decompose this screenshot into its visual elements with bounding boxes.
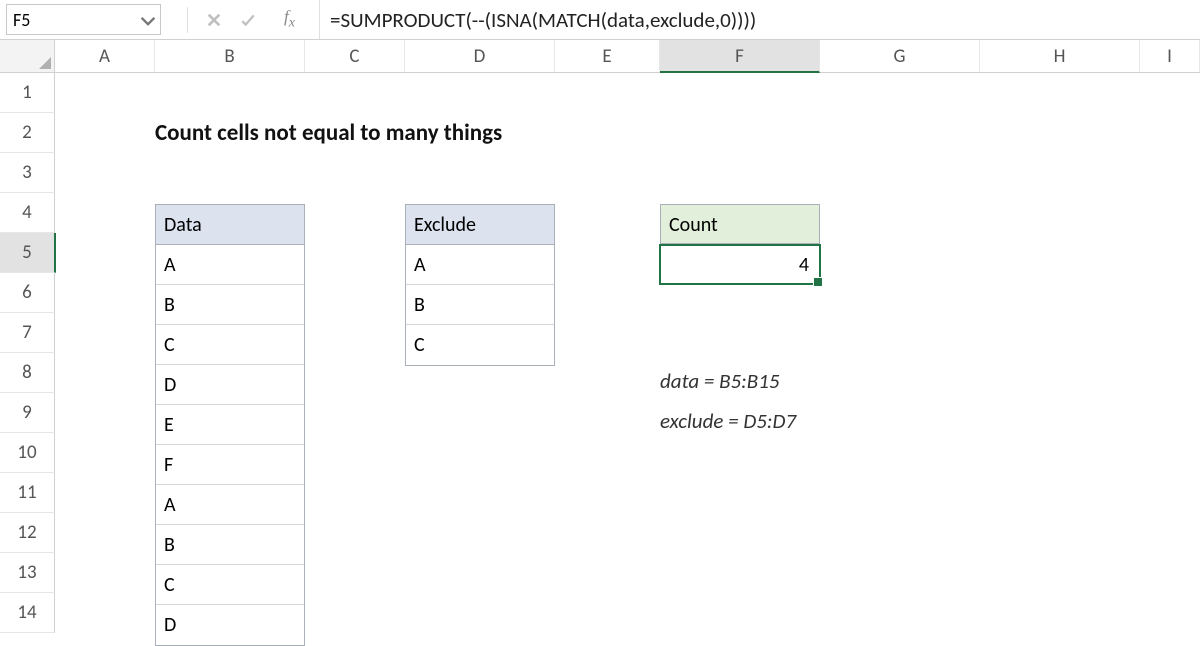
page-title: Count cells not equal to many things <box>155 119 502 147</box>
column-header-d[interactable]: D <box>405 40 555 72</box>
column-headers: ABCDEFGHI <box>0 40 1200 73</box>
table-row[interactable]: F <box>156 445 304 485</box>
count-header[interactable]: Count <box>660 204 820 244</box>
data-table-header[interactable]: Data <box>156 205 304 245</box>
column-header-g[interactable]: G <box>820 40 980 72</box>
formula-text: =SUMPRODUCT(--(ISNA(MATCH(data,exclude,0… <box>330 7 756 33</box>
row-header-1[interactable]: 1 <box>0 73 55 113</box>
row-header-9[interactable]: 9 <box>0 393 55 433</box>
table-row[interactable]: E <box>156 405 304 445</box>
row-header-3[interactable]: 3 <box>0 153 55 193</box>
column-header-h[interactable]: H <box>980 40 1140 72</box>
name-box-value: F5 <box>13 9 30 31</box>
select-all-corner[interactable] <box>0 40 55 72</box>
count-value: 4 <box>799 253 809 277</box>
data-table: Data ABCDEFABCD <box>155 204 305 646</box>
table-row[interactable]: C <box>156 565 304 605</box>
formula-bar-controls: fx <box>163 0 315 39</box>
column-header-c[interactable]: C <box>305 40 405 72</box>
row-header-11[interactable]: 11 <box>0 473 55 513</box>
table-row[interactable]: B <box>156 285 304 325</box>
exclude-table-header[interactable]: Exclude <box>406 205 554 245</box>
row-header-4[interactable]: 4 <box>0 193 55 233</box>
row-header-7[interactable]: 7 <box>0 313 55 353</box>
row-header-6[interactable]: 6 <box>0 273 55 313</box>
name-box[interactable]: F5 <box>6 4 161 35</box>
table-row[interactable]: A <box>156 485 304 525</box>
row-header-14[interactable]: 14 <box>0 593 55 633</box>
formula-bar: F5 fx =SUMPRODUCT(--(ISNA(MATCH(data,exc… <box>0 0 1200 40</box>
row-header-8[interactable]: 8 <box>0 353 55 393</box>
table-row[interactable]: B <box>406 285 554 325</box>
row-header-13[interactable]: 13 <box>0 553 55 593</box>
column-header-e[interactable]: E <box>555 40 660 72</box>
row-header-5[interactable]: 5 <box>0 233 56 273</box>
active-cell[interactable]: 4 <box>659 244 821 285</box>
spreadsheet-grid: ABCDEFGHI 1234567891011121314 Count cell… <box>0 40 1200 633</box>
row-headers: 1234567891011121314 <box>0 73 55 633</box>
table-row[interactable]: D <box>156 365 304 405</box>
exclude-table: Exclude ABC <box>405 204 555 366</box>
table-row[interactable]: D <box>156 605 304 645</box>
chevron-down-icon[interactable] <box>140 13 154 27</box>
column-header-f[interactable]: F <box>660 40 820 73</box>
cancel-icon[interactable] <box>206 12 222 28</box>
formula-input[interactable]: =SUMPRODUCT(--(ISNA(MATCH(data,exclude,0… <box>319 0 1200 39</box>
table-row[interactable]: B <box>156 525 304 565</box>
separator <box>187 7 188 33</box>
row-header-12[interactable]: 12 <box>0 513 55 553</box>
table-row[interactable]: A <box>156 245 304 285</box>
fx-icon[interactable]: fx <box>274 7 305 31</box>
note-exclude-range: exclude = D5:D7 <box>660 408 796 434</box>
table-row[interactable]: A <box>406 245 554 285</box>
table-row[interactable]: C <box>406 325 554 365</box>
worksheet: 1234567891011121314 Count cells not equa… <box>0 73 1200 633</box>
cells-area[interactable]: Count cells not equal to many things Dat… <box>55 73 1200 633</box>
note-data-range: data = B5:B15 <box>660 368 780 394</box>
column-header-i[interactable]: I <box>1140 40 1200 72</box>
table-row[interactable]: C <box>156 325 304 365</box>
row-header-10[interactable]: 10 <box>0 433 55 473</box>
row-header-2[interactable]: 2 <box>0 113 55 153</box>
column-header-a[interactable]: A <box>55 40 155 72</box>
column-header-b[interactable]: B <box>155 40 305 72</box>
enter-icon[interactable] <box>240 12 256 28</box>
